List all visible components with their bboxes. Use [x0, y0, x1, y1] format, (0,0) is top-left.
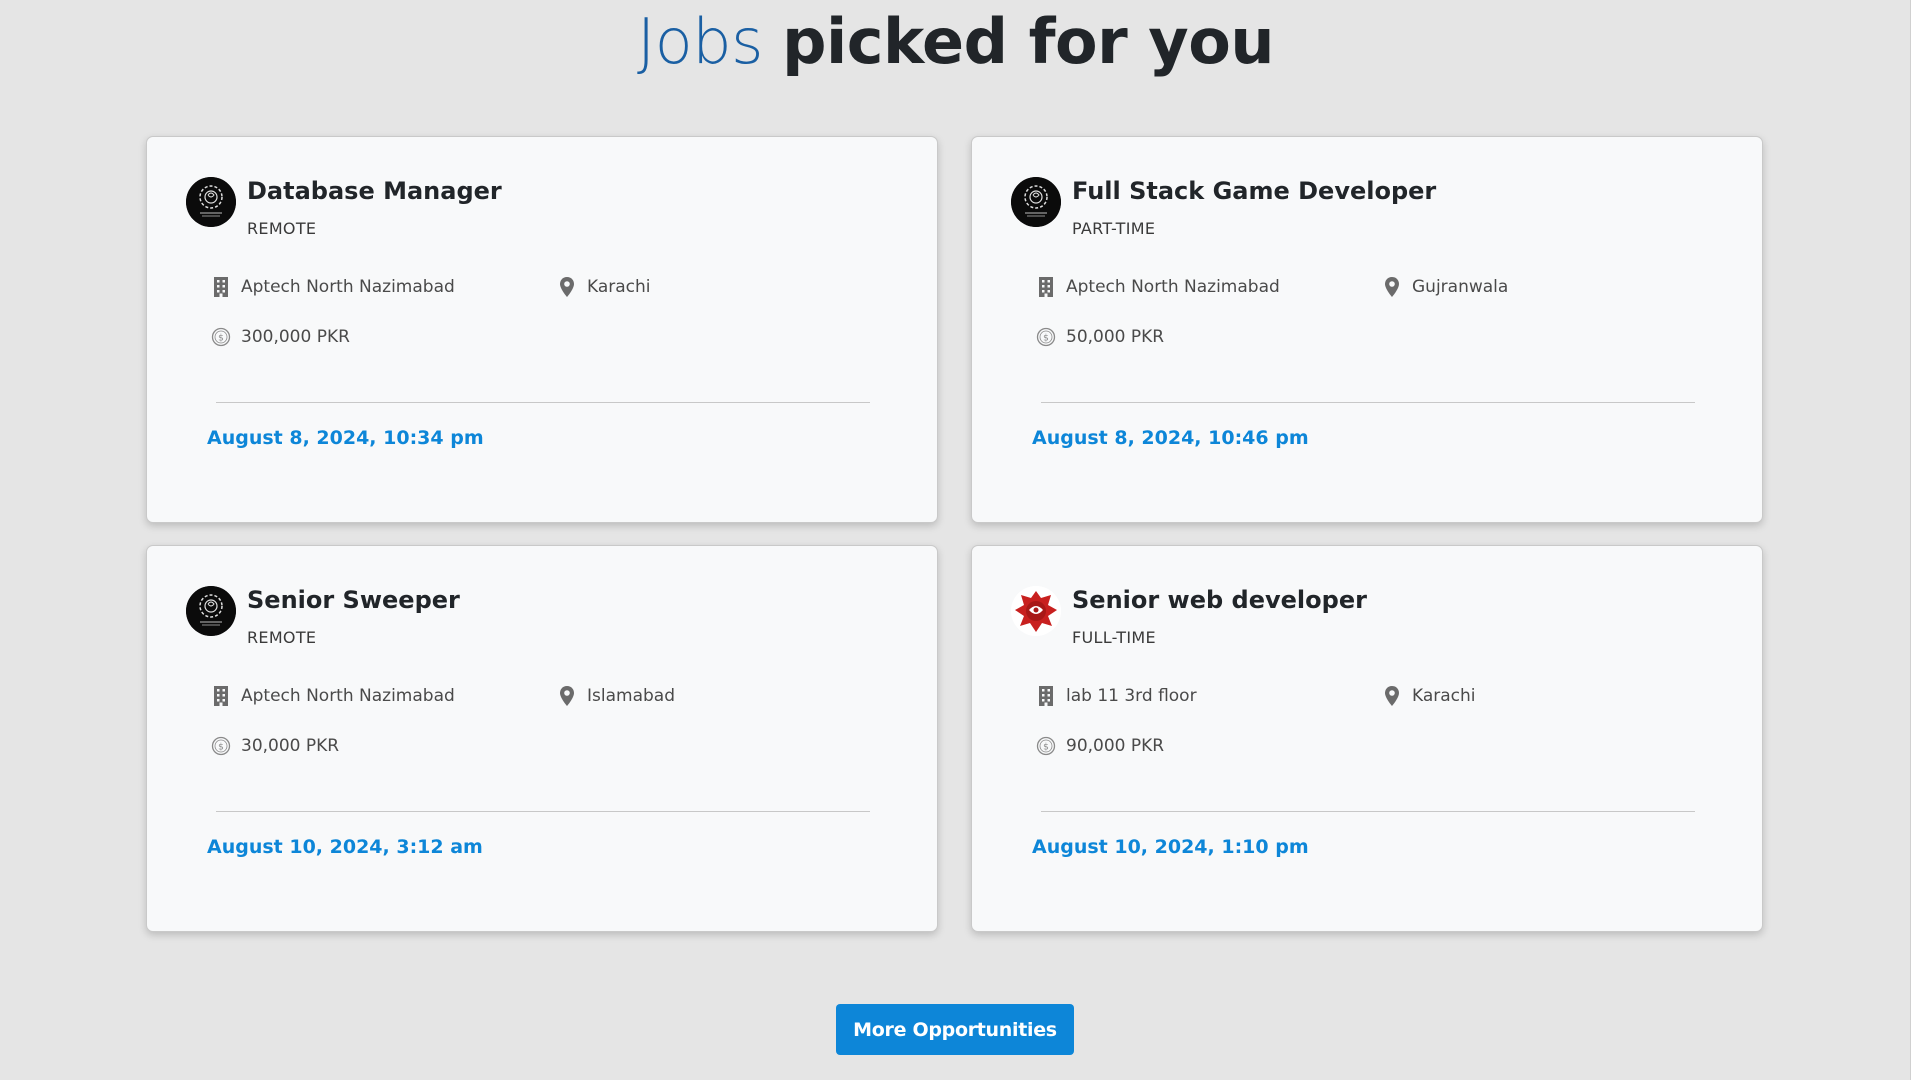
dollar-coin-icon: $ [211, 735, 231, 757]
company-logo [186, 177, 236, 227]
job-card[interactable]: Senior web developer FULL-TIME lab 11 3r… [971, 545, 1763, 932]
page-title: Jobs picked for you [0, 2, 1911, 82]
company-name: Aptech North Nazimabad [241, 686, 455, 706]
dollar-coin-icon: $ [211, 326, 231, 348]
job-type: FULL-TIME [1072, 628, 1156, 647]
salary-info: $ 30,000 PKR [211, 735, 339, 757]
building-icon [211, 685, 231, 707]
job-type: REMOTE [247, 219, 317, 238]
posted-date: August 10, 2024, 3:12 am [207, 836, 483, 858]
job-type: REMOTE [247, 628, 317, 647]
location-name: Karachi [587, 277, 651, 297]
company-name: lab 11 3rd floor [1066, 686, 1197, 706]
card-divider [216, 811, 870, 812]
posted-date: August 10, 2024, 1:10 pm [1032, 836, 1309, 858]
job-title[interactable]: Senior Sweeper [247, 586, 460, 614]
salary-amount: 90,000 PKR [1066, 736, 1165, 756]
map-pin-icon [557, 685, 577, 707]
company-info: Aptech North Nazimabad [211, 276, 455, 298]
job-card[interactable]: Senior Sweeper REMOTE Aptech North Nazim… [146, 545, 938, 932]
job-title[interactable]: Database Manager [247, 177, 502, 205]
job-card[interactable]: Database Manager REMOTE Aptech North Naz… [146, 136, 938, 523]
svg-text:$: $ [1043, 743, 1049, 753]
building-icon [1036, 276, 1056, 298]
map-pin-icon [557, 276, 577, 298]
location-name: Karachi [1412, 686, 1476, 706]
job-type: PART-TIME [1072, 219, 1156, 238]
salary-amount: 50,000 PKR [1066, 327, 1165, 347]
salary-amount: 30,000 PKR [241, 736, 340, 756]
location-name: Islamabad [587, 686, 675, 706]
salary-info: $ 300,000 PKR [211, 326, 350, 348]
location-name: Gujranwala [1412, 277, 1509, 297]
company-info: Aptech North Nazimabad [1036, 276, 1280, 298]
building-icon [211, 276, 231, 298]
company-info: Aptech North Nazimabad [211, 685, 455, 707]
page: Jobs picked for you Database Manager REM… [0, 0, 1911, 1080]
posted-date: August 8, 2024, 10:46 pm [1032, 427, 1309, 449]
company-logo [1011, 177, 1061, 227]
salary-amount: 300,000 PKR [241, 327, 350, 347]
posted-date: August 8, 2024, 10:34 pm [207, 427, 484, 449]
dollar-coin-icon: $ [1036, 735, 1056, 757]
more-opportunities-button[interactable]: More Opportunities [836, 1004, 1074, 1055]
dollar-coin-icon: $ [1036, 326, 1056, 348]
page-title-light: Jobs [637, 5, 763, 78]
company-info: lab 11 3rd floor [1036, 685, 1197, 707]
company-logo [186, 586, 236, 636]
location-info: Karachi [557, 276, 651, 298]
svg-text:$: $ [218, 743, 224, 753]
map-pin-icon [1382, 276, 1402, 298]
location-info: Gujranwala [1382, 276, 1508, 298]
job-title[interactable]: Senior web developer [1072, 586, 1367, 614]
salary-info: $ 90,000 PKR [1036, 735, 1164, 757]
company-logo [1011, 586, 1061, 636]
location-info: Islamabad [557, 685, 675, 707]
page-title-bold: picked for you [782, 5, 1274, 78]
card-divider [1041, 402, 1695, 403]
location-info: Karachi [1382, 685, 1476, 707]
building-icon [1036, 685, 1056, 707]
job-card[interactable]: Full Stack Game Developer PART-TIME Apte… [971, 136, 1763, 523]
company-name: Aptech North Nazimabad [241, 277, 455, 297]
company-name: Aptech North Nazimabad [1066, 277, 1280, 297]
card-divider [1041, 811, 1695, 812]
svg-text:$: $ [1043, 334, 1049, 344]
card-divider [216, 402, 870, 403]
map-pin-icon [1382, 685, 1402, 707]
svg-text:$: $ [218, 334, 224, 344]
job-title[interactable]: Full Stack Game Developer [1072, 177, 1436, 205]
salary-info: $ 50,000 PKR [1036, 326, 1164, 348]
